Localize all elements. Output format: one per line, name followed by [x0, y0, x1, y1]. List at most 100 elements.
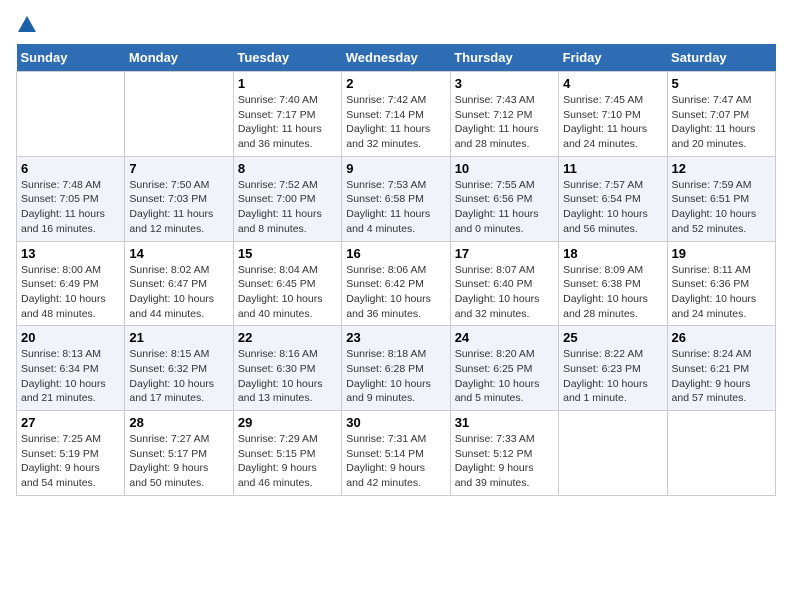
day-number: 30 — [346, 415, 445, 430]
week-row-4: 20 Sunrise: 8:13 AM Sunset: 6:34 PM Dayli… — [17, 326, 776, 411]
day-cell-28: 27Sunrise: 7:25 AM Sunset: 5:19 PM Dayli… — [17, 411, 125, 496]
day-detail: Sunrise: 8:02 AM Sunset: 6:47 PM Dayligh… — [129, 263, 228, 322]
day-cell-29: 28 Sunrise: 7:27 AM Sunset: 5:17 PM Dayli… — [125, 411, 233, 496]
day-number: 4 — [563, 76, 662, 91]
day-number: 21 — [129, 330, 228, 345]
day-detail: Sunrise: 7:47 AM Sunset: 7:07 PM Dayligh… — [672, 93, 771, 152]
day-number: 23 — [346, 330, 445, 345]
day-detail: Sunrise: 7:55 AM Sunset: 6:56 PM Dayligh… — [455, 178, 554, 237]
calendar-body: 1Sunrise: 7:40 AM Sunset: 7:17 PM Daylig… — [17, 72, 776, 496]
day-detail: Sunrise: 8:09 AM Sunset: 6:38 PM Dayligh… — [563, 263, 662, 322]
day-number: 3 — [455, 76, 554, 91]
logo-icon — [18, 16, 36, 32]
day-cell-7: 6 Sunrise: 7:48 AM Sunset: 7:05 PM Daylig… — [17, 156, 125, 241]
day-cell-9: 8 Sunrise: 7:52 AM Sunset: 7:00 PM Daylig… — [233, 156, 341, 241]
day-cell-17: 16 Sunrise: 8:06 AM Sunset: 6:42 PM Dayli… — [342, 241, 450, 326]
day-number: 24 — [455, 330, 554, 345]
day-number: 13 — [21, 246, 120, 261]
day-cell-12: 11 Sunrise: 7:57 AM Sunset: 6:54 PM Dayli… — [559, 156, 667, 241]
day-detail: Sunrise: 7:29 AM Sunset: 5:15 PM Dayligh… — [238, 432, 337, 491]
calendar-table: SundayMondayTuesdayWednesdayThursdayFrid… — [16, 44, 776, 496]
day-cell-32: 31 Sunrise: 7:33 AM Sunset: 5:12 PM Dayli… — [450, 411, 558, 496]
calendar-header: SundayMondayTuesdayWednesdayThursdayFrid… — [17, 44, 776, 72]
header-day-monday: Monday — [125, 44, 233, 72]
day-number: 19 — [672, 246, 771, 261]
header-row: SundayMondayTuesdayWednesdayThursdayFrid… — [17, 44, 776, 72]
day-detail: Sunrise: 7:25 AM Sunset: 5:19 PM Dayligh… — [21, 432, 120, 491]
day-number: 22 — [238, 330, 337, 345]
day-number: 10 — [455, 161, 554, 176]
day-cell-4: 3 Sunrise: 7:43 AM Sunset: 7:12 PM Daylig… — [450, 72, 558, 157]
day-detail: Sunrise: 8:13 AM Sunset: 6:34 PM Dayligh… — [21, 347, 120, 406]
day-detail: Sunrise: 8:16 AM Sunset: 6:30 PM Dayligh… — [238, 347, 337, 406]
day-cell-25: 24Sunrise: 8:20 AM Sunset: 6:25 PM Dayli… — [450, 326, 558, 411]
day-detail: Sunrise: 7:45 AM Sunset: 7:10 PM Dayligh… — [563, 93, 662, 152]
day-number: 28 — [129, 415, 228, 430]
header-day-wednesday: Wednesday — [342, 44, 450, 72]
week-row-5: 27Sunrise: 7:25 AM Sunset: 5:19 PM Dayli… — [17, 411, 776, 496]
day-cell-1 — [125, 72, 233, 157]
day-number: 15 — [238, 246, 337, 261]
day-cell-10: 9 Sunrise: 7:53 AM Sunset: 6:58 PM Daylig… — [342, 156, 450, 241]
day-detail: Sunrise: 8:15 AM Sunset: 6:32 PM Dayligh… — [129, 347, 228, 406]
day-cell-24: 23 Sunrise: 8:18 AM Sunset: 6:28 PM Dayli… — [342, 326, 450, 411]
day-cell-16: 15 Sunrise: 8:04 AM Sunset: 6:45 PM Dayli… — [233, 241, 341, 326]
header-day-friday: Friday — [559, 44, 667, 72]
day-number: 1 — [238, 76, 337, 91]
day-number: 29 — [238, 415, 337, 430]
day-cell-2: 1Sunrise: 7:40 AM Sunset: 7:17 PM Daylig… — [233, 72, 341, 157]
day-detail: Sunrise: 8:04 AM Sunset: 6:45 PM Dayligh… — [238, 263, 337, 322]
day-cell-33 — [559, 411, 667, 496]
day-detail: Sunrise: 8:22 AM Sunset: 6:23 PM Dayligh… — [563, 347, 662, 406]
day-cell-6: 5 Sunrise: 7:47 AM Sunset: 7:07 PM Daylig… — [667, 72, 775, 157]
day-cell-3: 2 Sunrise: 7:42 AM Sunset: 7:14 PM Daylig… — [342, 72, 450, 157]
day-detail: Sunrise: 7:57 AM Sunset: 6:54 PM Dayligh… — [563, 178, 662, 237]
header-day-thursday: Thursday — [450, 44, 558, 72]
header-day-sunday: Sunday — [17, 44, 125, 72]
day-number: 31 — [455, 415, 554, 430]
day-number: 20 — [21, 330, 120, 345]
day-detail: Sunrise: 7:59 AM Sunset: 6:51 PM Dayligh… — [672, 178, 771, 237]
day-detail: Sunrise: 8:18 AM Sunset: 6:28 PM Dayligh… — [346, 347, 445, 406]
day-detail: Sunrise: 7:42 AM Sunset: 7:14 PM Dayligh… — [346, 93, 445, 152]
day-number: 9 — [346, 161, 445, 176]
day-cell-23: 22 Sunrise: 8:16 AM Sunset: 6:30 PM Dayli… — [233, 326, 341, 411]
header-day-saturday: Saturday — [667, 44, 775, 72]
day-number: 5 — [672, 76, 771, 91]
day-cell-21: 20 Sunrise: 8:13 AM Sunset: 6:34 PM Dayli… — [17, 326, 125, 411]
day-cell-20: 19 Sunrise: 8:11 AM Sunset: 6:36 PM Dayli… — [667, 241, 775, 326]
day-detail: Sunrise: 7:27 AM Sunset: 5:17 PM Dayligh… — [129, 432, 228, 491]
day-cell-34 — [667, 411, 775, 496]
day-detail: Sunrise: 7:50 AM Sunset: 7:03 PM Dayligh… — [129, 178, 228, 237]
day-number: 17 — [455, 246, 554, 261]
day-number: 16 — [346, 246, 445, 261]
week-row-2: 6 Sunrise: 7:48 AM Sunset: 7:05 PM Daylig… — [17, 156, 776, 241]
day-detail: Sunrise: 8:07 AM Sunset: 6:40 PM Dayligh… — [455, 263, 554, 322]
day-number: 6 — [21, 161, 120, 176]
day-number: 2 — [346, 76, 445, 91]
day-number: 26 — [672, 330, 771, 345]
day-detail: Sunrise: 8:11 AM Sunset: 6:36 PM Dayligh… — [672, 263, 771, 322]
day-cell-18: 17 Sunrise: 8:07 AM Sunset: 6:40 PM Dayli… — [450, 241, 558, 326]
week-row-1: 1Sunrise: 7:40 AM Sunset: 7:17 PM Daylig… — [17, 72, 776, 157]
header-day-tuesday: Tuesday — [233, 44, 341, 72]
day-number: 8 — [238, 161, 337, 176]
day-cell-26: 25 Sunrise: 8:22 AM Sunset: 6:23 PM Dayli… — [559, 326, 667, 411]
day-detail: Sunrise: 7:43 AM Sunset: 7:12 PM Dayligh… — [455, 93, 554, 152]
logo — [16, 16, 36, 34]
day-detail: Sunrise: 7:48 AM Sunset: 7:05 PM Dayligh… — [21, 178, 120, 237]
day-detail: Sunrise: 7:52 AM Sunset: 7:00 PM Dayligh… — [238, 178, 337, 237]
day-detail: Sunrise: 8:00 AM Sunset: 6:49 PM Dayligh… — [21, 263, 120, 322]
day-detail: Sunrise: 7:53 AM Sunset: 6:58 PM Dayligh… — [346, 178, 445, 237]
day-number: 7 — [129, 161, 228, 176]
day-number: 11 — [563, 161, 662, 176]
day-cell-15: 14Sunrise: 8:02 AM Sunset: 6:47 PM Dayli… — [125, 241, 233, 326]
day-cell-11: 10 Sunrise: 7:55 AM Sunset: 6:56 PM Dayli… — [450, 156, 558, 241]
day-cell-30: 29 Sunrise: 7:29 AM Sunset: 5:15 PM Dayli… — [233, 411, 341, 496]
day-cell-19: 18Sunrise: 8:09 AM Sunset: 6:38 PM Dayli… — [559, 241, 667, 326]
day-cell-14: 13 Sunrise: 8:00 AM Sunset: 6:49 PM Dayli… — [17, 241, 125, 326]
day-cell-8: 7 Sunrise: 7:50 AM Sunset: 7:03 PM Daylig… — [125, 156, 233, 241]
day-number: 25 — [563, 330, 662, 345]
day-detail: Sunrise: 8:06 AM Sunset: 6:42 PM Dayligh… — [346, 263, 445, 322]
day-detail: Sunrise: 7:33 AM Sunset: 5:12 PM Dayligh… — [455, 432, 554, 491]
